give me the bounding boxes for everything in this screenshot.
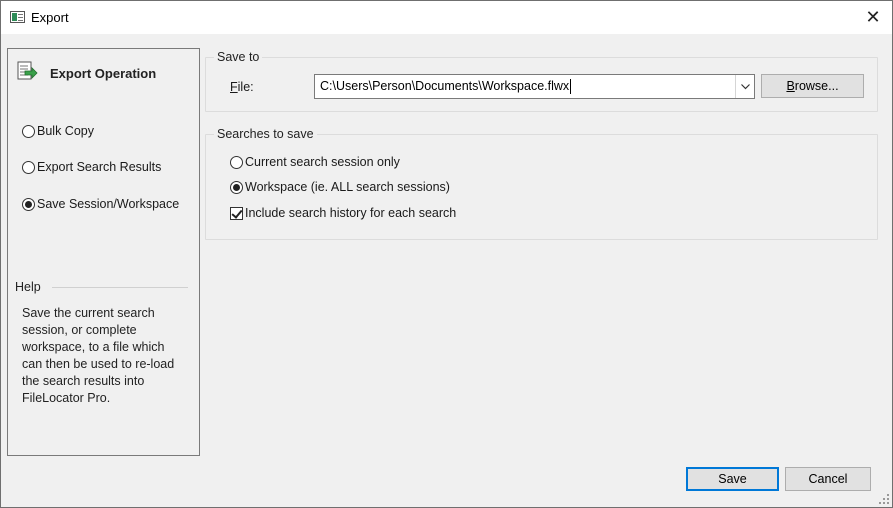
- save-to-label: Save to: [214, 50, 263, 64]
- help-line: the search results into: [22, 374, 145, 388]
- operation-panel: Export Operation Bulk Copy Export Search…: [7, 48, 200, 456]
- radio-button[interactable]: [22, 124, 35, 138]
- file-path-input[interactable]: C:\Users\Person\Documents\Workspace.flwx: [315, 78, 735, 95]
- cancel-button[interactable]: Cancel: [785, 467, 871, 491]
- help-line: Save the current search: [22, 306, 155, 320]
- file-path-combobox[interactable]: C:\Users\Person\Documents\Workspace.flwx: [314, 74, 755, 99]
- searches-to-save-label: Searches to save: [214, 127, 317, 141]
- radio-label: Workspace (ie. ALL search sessions): [245, 180, 450, 194]
- file-label-accelerator: F: [230, 80, 238, 94]
- export-document-arrow-icon: [17, 61, 38, 80]
- radio-button[interactable]: [230, 155, 243, 169]
- browse-button[interactable]: Browse...: [761, 74, 864, 98]
- help-heading: Help: [15, 280, 41, 294]
- file-path-value: C:\Users\Person\Documents\Workspace.flwx: [320, 78, 570, 93]
- checkbox-label: Include search history for each search: [245, 206, 457, 220]
- radio-label: Save Session/Workspace: [37, 197, 180, 211]
- window-title: Export: [31, 10, 69, 25]
- radio-save-session-workspace[interactable]: Save Session/Workspace: [22, 197, 179, 211]
- help-line: session, or complete: [22, 323, 137, 337]
- radio-current-session-only[interactable]: Current search session only: [230, 155, 400, 169]
- operation-title: Export Operation: [50, 66, 157, 81]
- radio-label: Bulk Copy: [37, 124, 94, 138]
- checkbox[interactable]: [230, 206, 243, 220]
- radio-export-search-results[interactable]: Export Search Results: [22, 160, 161, 174]
- checkbox-include-search-history[interactable]: Include search history for each search: [230, 206, 456, 220]
- file-label: File:: [230, 80, 254, 94]
- title-bar: Export ✕: [1, 1, 892, 34]
- help-text: Save the current search session, or comp…: [22, 305, 192, 407]
- resize-grip-icon[interactable]: [879, 494, 889, 504]
- help-divider: [52, 287, 188, 288]
- radio-button[interactable]: [22, 160, 35, 174]
- help-line: can then be used to re-load: [22, 357, 175, 371]
- app-window-icon: [10, 11, 25, 23]
- radio-workspace-all-sessions[interactable]: Workspace (ie. ALL search sessions): [230, 180, 450, 194]
- radio-button[interactable]: [22, 197, 35, 211]
- file-label-text: ile:: [237, 80, 254, 94]
- browse-accelerator: B: [786, 79, 795, 93]
- radio-bulk-copy[interactable]: Bulk Copy: [22, 124, 94, 138]
- help-line: FileLocator Pro.: [22, 391, 111, 405]
- operation-header: Export Operation: [16, 61, 196, 85]
- radio-button[interactable]: [230, 180, 243, 194]
- chevron-down-icon[interactable]: [735, 75, 754, 98]
- close-icon[interactable]: ✕: [854, 1, 892, 34]
- radio-label: Export Search Results: [37, 160, 162, 174]
- radio-label: Current search session only: [245, 155, 400, 169]
- export-dialog: Export ✕ Export Operation Bulk Copy Expo…: [0, 0, 893, 508]
- text-caret: [570, 79, 572, 95]
- help-line: workspace, to a file which: [22, 340, 165, 354]
- browse-label: rowse...: [794, 79, 839, 93]
- save-button[interactable]: Save: [686, 467, 779, 491]
